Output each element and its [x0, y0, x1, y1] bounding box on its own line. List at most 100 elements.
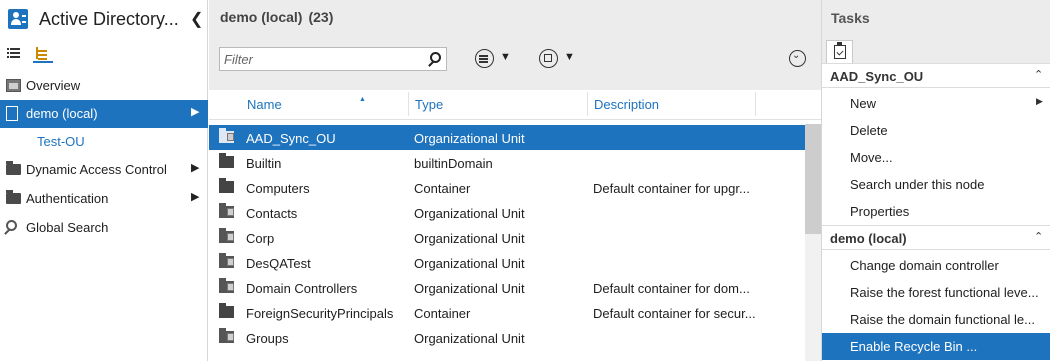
organizational-unit-icon	[219, 328, 234, 343]
task-new[interactable]: New ▶	[822, 90, 1050, 117]
domain-icon	[6, 106, 18, 121]
view-toggles	[0, 41, 208, 67]
cell-type: Organizational Unit	[414, 131, 525, 146]
task-search-under-node[interactable]: Search under this node	[822, 171, 1050, 198]
nav-item-global-search[interactable]: Global Search	[0, 214, 208, 242]
search-icon[interactable]	[430, 52, 441, 63]
task-label: New	[850, 96, 877, 111]
cell-type: builtinDomain	[414, 156, 493, 171]
table-row[interactable]: Domain Controllers Organizational Unit D…	[209, 275, 805, 300]
tasks-title: Tasks	[831, 10, 870, 26]
container-icon	[219, 153, 234, 168]
nav-item-demo-local[interactable]: demo (local) ▶	[0, 100, 208, 128]
column-separator[interactable]	[408, 92, 409, 116]
task-raise-domain-level[interactable]: Raise the domain functional le...	[822, 306, 1050, 333]
page-title-text: demo (local)	[220, 9, 303, 25]
task-enable-recycle-bin[interactable]: Enable Recycle Bin ...	[822, 333, 1050, 360]
column-header-label: Type	[415, 97, 444, 112]
cell-description: Default container for dom...	[593, 281, 750, 296]
cell-description: Default container for secur...	[593, 306, 756, 321]
expand-arrow-icon[interactable]: ▶	[191, 190, 199, 203]
save-icon	[539, 49, 558, 68]
task-delete[interactable]: Delete	[822, 117, 1050, 144]
column-headers: Name ▲ Type Description	[209, 90, 821, 120]
task-group-aad-sync-ou[interactable]: AAD_Sync_OU ⌃	[822, 63, 1050, 88]
table-row[interactable]: Computers Container Default container fo…	[209, 175, 805, 200]
nav-item-authentication[interactable]: Authentication ▶	[0, 185, 208, 213]
item-count: (23)	[308, 9, 334, 25]
cell-name: Contacts	[246, 206, 298, 221]
column-header-label: Name	[247, 97, 282, 112]
folder-icon	[6, 161, 21, 175]
expand-arrow-icon[interactable]: ▶	[191, 105, 199, 118]
nav-item-overview[interactable]: Overview	[0, 72, 208, 100]
organizational-unit-icon	[219, 278, 234, 293]
task-label: Raise the domain functional le...	[850, 312, 1035, 327]
expand-criteria-button[interactable]: ⌄	[789, 50, 806, 67]
nav-item-label: Authentication	[26, 191, 109, 206]
task-label: Change domain controller	[850, 258, 999, 273]
filter-input[interactable]	[224, 50, 419, 68]
nav-item-label: Test-OU	[37, 134, 85, 149]
cell-description: Default container for upgr...	[593, 181, 750, 196]
task-move[interactable]: Move...	[822, 144, 1050, 171]
column-header-type[interactable]: Type	[415, 97, 443, 112]
table-row[interactable]: AAD_Sync_OU Organizational Unit	[209, 125, 805, 150]
organizational-unit-icon	[219, 253, 234, 268]
nav-item-dynamic-access-control[interactable]: Dynamic Access Control ▶	[0, 156, 208, 184]
scrollbar-thumb[interactable]	[805, 124, 821, 234]
submenu-arrow-icon: ▶	[1036, 96, 1043, 106]
expand-arrow-icon[interactable]: ▶	[191, 161, 199, 174]
cell-type: Organizational Unit	[414, 281, 525, 296]
task-change-domain-controller[interactable]: Change domain controller	[822, 252, 1050, 279]
nav-item-test-ou[interactable]: Test-OU	[0, 128, 208, 156]
nav-item-label: Overview	[26, 78, 81, 93]
column-header-label: Description	[594, 97, 660, 112]
table-row[interactable]: Builtin builtinDomain	[209, 150, 805, 175]
column-header-description[interactable]: Description	[594, 97, 659, 112]
table-row[interactable]: Contacts Organizational Unit	[209, 200, 805, 225]
task-label: Delete	[850, 123, 888, 138]
table-row[interactable]: Groups Organizational Unit	[209, 325, 805, 350]
navigation-pane: Active Directory... ❮ Overview demo (loc…	[0, 0, 208, 361]
cell-name: AAD_Sync_OU	[246, 131, 336, 146]
main-header: demo (local) (23) ▼ ▼ ⌄	[209, 0, 821, 90]
collapse-nav-button[interactable]: ❮	[190, 9, 203, 29]
cell-name: Domain Controllers	[246, 281, 358, 296]
task-group-label: demo (local)	[830, 231, 907, 246]
task-label: Enable Recycle Bin ...	[850, 339, 978, 354]
cell-name: Groups	[246, 331, 289, 346]
sort-ascending-icon: ▲	[359, 96, 366, 103]
chevron-down-icon: ⌄	[792, 50, 801, 61]
task-label: Move...	[850, 150, 893, 165]
table-row[interactable]: ForeignSecurityPrincipals Container Defa…	[209, 300, 805, 325]
task-properties[interactable]: Properties	[822, 198, 1050, 225]
tree-view-icon[interactable]	[33, 43, 53, 63]
task-label: Properties	[850, 204, 910, 219]
task-raise-forest-level[interactable]: Raise the forest functional leve...	[822, 279, 1050, 306]
column-separator[interactable]	[587, 92, 588, 116]
overview-icon	[6, 79, 21, 92]
chevron-up-icon: ⌃	[1034, 69, 1044, 81]
task-label: Raise the forest functional leve...	[850, 285, 1039, 300]
object-list: AAD_Sync_OU Organizational Unit Builtin …	[209, 124, 805, 361]
chevron-up-icon: ⌃	[1034, 231, 1044, 243]
column-header-name[interactable]: Name ▲	[247, 96, 407, 112]
nav-item-label: Dynamic Access Control	[26, 162, 167, 177]
container-icon	[219, 178, 234, 193]
cell-type: Organizational Unit	[414, 206, 525, 221]
clipboard-check-icon	[834, 42, 846, 59]
tasks-tab[interactable]	[826, 40, 853, 64]
list-view-icon[interactable]	[6, 43, 26, 63]
task-group-demo-local[interactable]: demo (local) ⌃	[822, 225, 1050, 250]
nav-item-label: Global Search	[26, 220, 109, 235]
caret-down-icon: ▼	[500, 51, 511, 63]
table-row[interactable]: Corp Organizational Unit	[209, 225, 805, 250]
page-title: demo (local) (23)	[220, 9, 333, 25]
table-row[interactable]: DesQATest Organizational Unit	[209, 250, 805, 275]
app-header: Active Directory... ❮	[0, 0, 208, 40]
column-separator[interactable]	[755, 92, 756, 116]
list-scrollbar[interactable]	[805, 124, 821, 361]
caret-down-icon: ▼	[564, 51, 575, 63]
organizational-unit-icon	[219, 128, 234, 143]
